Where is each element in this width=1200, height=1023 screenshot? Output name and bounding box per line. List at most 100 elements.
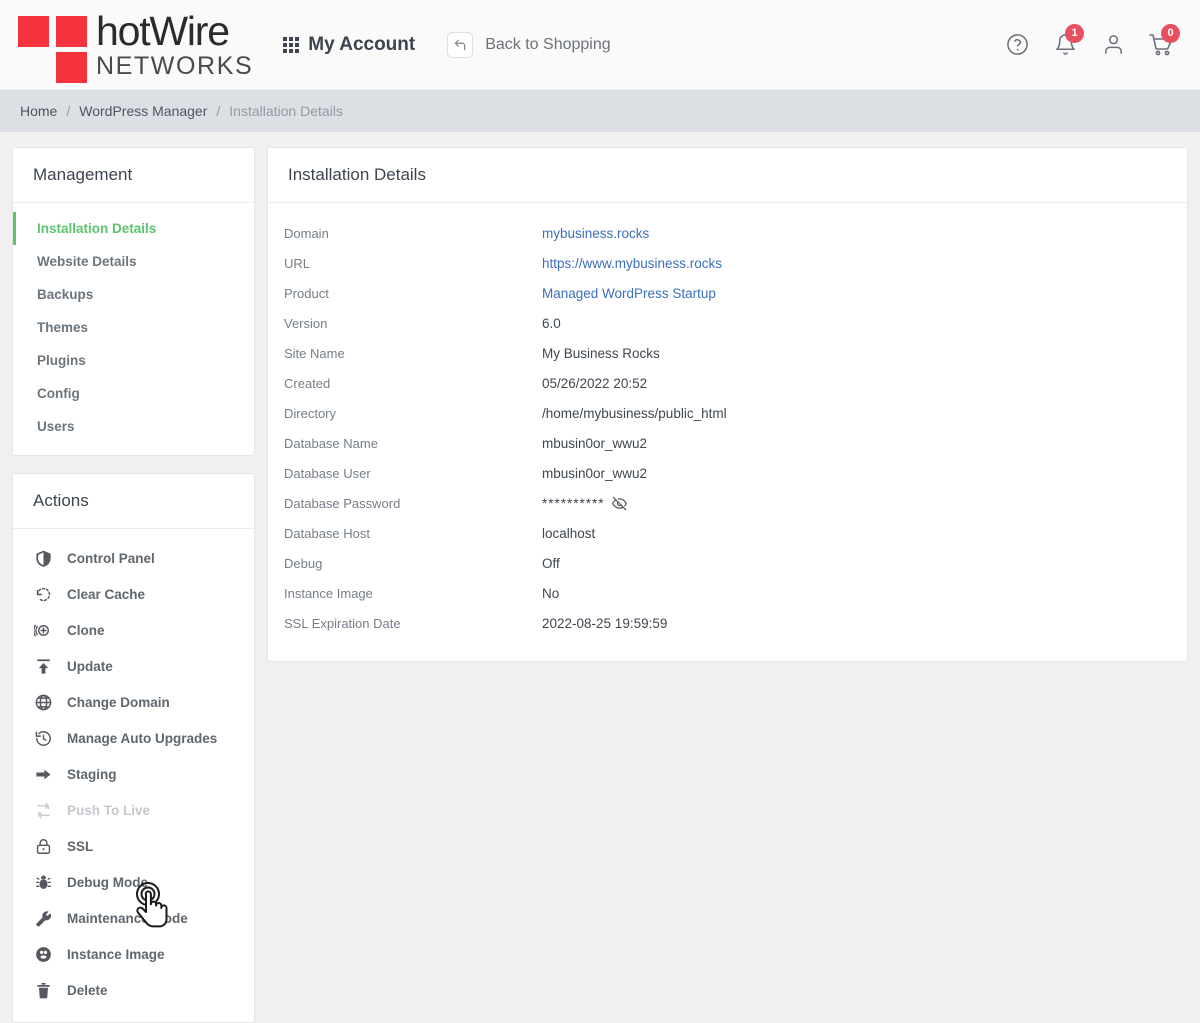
detail-value: mbusin0or_wwu2 — [542, 436, 648, 451]
detail-value-wrap: Off — [542, 555, 560, 573]
detail-row: URL https://www.mybusiness.rocks — [268, 249, 1187, 279]
action-item-clear-cache[interactable]: Clear Cache — [13, 576, 254, 612]
shield-icon — [33, 548, 53, 568]
actions-panel-title: Actions — [13, 474, 254, 529]
breadcrumb-item-wordpress-manager[interactable]: WordPress Manager — [79, 103, 207, 119]
page-body: Management Installation Details Website D… — [0, 132, 1200, 1023]
page-title: Installation Details — [268, 148, 1187, 203]
management-menu: Installation Details Website Details Backu… — [13, 203, 254, 455]
notifications-badge: 1 — [1065, 23, 1084, 43]
detail-row: Product Managed WordPress Startup — [268, 279, 1187, 309]
detail-label: URL — [284, 256, 311, 271]
sidebar-item-installation-details[interactable]: Installation Details — [13, 212, 254, 245]
shopping-cart-icon[interactable]: 0 — [1144, 23, 1180, 62]
detail-label: Database Password — [284, 496, 401, 511]
breadcrumb-item-home[interactable]: Home — [20, 103, 57, 119]
detail-value: Off — [542, 556, 560, 571]
detail-row: Database Name mbusin0or_wwu2 — [268, 429, 1187, 459]
back-to-shopping-button[interactable]: Back to Shopping — [447, 31, 611, 58]
detail-label: Database Name — [284, 436, 378, 451]
action-item-label: Clone — [67, 622, 105, 638]
detail-value: mbusin0or_wwu2 — [542, 466, 648, 481]
action-item-label: Maintenance Mode — [67, 910, 188, 926]
detail-row: Database User mbusin0or_wwu2 — [268, 459, 1187, 489]
detail-value[interactable]: https://www.mybusiness.rocks — [542, 256, 722, 271]
bug-icon — [33, 872, 53, 892]
action-item-maintenance-mode[interactable]: Maintenance Mode — [13, 900, 254, 936]
detail-value-wrap: /home/mybusiness/public_html — [542, 405, 727, 423]
swap-arrows-icon — [33, 800, 53, 820]
sidebar-item-users[interactable]: Users — [13, 410, 254, 443]
detail-value-wrap: Managed WordPress Startup — [542, 285, 716, 303]
sidebar-item-website-details[interactable]: Website Details — [13, 245, 254, 278]
action-item-label: Instance Image — [67, 946, 165, 962]
arrow-right-icon — [33, 764, 53, 784]
action-item-manage-auto-upgrades[interactable]: Manage Auto Upgrades — [13, 720, 254, 756]
action-item-label: Clear Cache — [67, 586, 146, 602]
action-item-label: Staging — [67, 766, 117, 782]
detail-value-wrap: 2022-08-25 19:59:59 — [542, 615, 667, 633]
trash-icon — [33, 980, 53, 1000]
eye-off-icon[interactable] — [611, 496, 627, 511]
detail-label: Database Host — [284, 526, 370, 541]
header-actions: 1 0 — [1000, 23, 1184, 62]
detail-label: Product — [284, 286, 329, 301]
upload-arrow-icon — [33, 656, 53, 676]
actions-panel: Actions Control Panel Clear Cache Clone Upd… — [12, 473, 255, 1023]
detail-row: SSL Expiration Date 2022-08-25 19:59:59 — [268, 609, 1187, 639]
my-account-button[interactable]: My Account — [283, 34, 415, 56]
action-item-debug-mode[interactable]: Debug Mode — [13, 864, 254, 900]
detail-value-wrap: 6.0 — [542, 315, 561, 333]
actions-menu: Control Panel Clear Cache Clone Update Chang… — [13, 529, 254, 1022]
detail-row: Database Password ********** — [268, 489, 1187, 519]
detail-label: Directory — [284, 406, 337, 421]
logo-brand-bottom: NETWORKS — [96, 51, 254, 80]
action-item-delete[interactable]: Delete — [13, 972, 254, 1008]
clone-plus-circle-icon — [33, 620, 53, 640]
question-circle-icon[interactable] — [1000, 28, 1034, 62]
detail-value: 2022-08-25 19:59:59 — [542, 616, 668, 631]
history-clock-icon — [33, 728, 53, 748]
detail-value-wrap: ********** — [542, 495, 627, 513]
detail-value: 6.0 — [542, 316, 561, 331]
detail-label: Database User — [284, 466, 371, 481]
logo-brand-top: hotWire — [96, 7, 230, 54]
detail-value-wrap: No — [542, 585, 559, 603]
installation-details-card: Installation Details Domain mybusiness.ro… — [267, 147, 1188, 662]
disc-icon — [33, 944, 53, 964]
detail-value-wrap: mbusin0or_wwu2 — [542, 465, 647, 483]
user-account-icon[interactable] — [1096, 28, 1130, 62]
notifications-bell-icon[interactable]: 1 — [1048, 23, 1084, 62]
detail-row: Instance Image No — [268, 579, 1187, 609]
main-content: Installation Details Domain mybusiness.ro… — [267, 147, 1188, 662]
breadcrumb-item-installation-details: Installation Details — [229, 103, 343, 119]
action-item-update[interactable]: Update — [13, 648, 254, 684]
sidebar-item-backups[interactable]: Backups — [13, 278, 254, 311]
action-item-clone[interactable]: Clone — [13, 612, 254, 648]
action-item-label: Change Domain — [67, 694, 170, 710]
back-to-shopping-label: Back to Shopping — [485, 35, 611, 53]
detail-label: Created — [284, 376, 331, 391]
action-item-control-panel[interactable]: Control Panel — [13, 540, 254, 576]
detail-row: Site Name My Business Rocks — [268, 339, 1187, 369]
sidebar-item-themes[interactable]: Themes — [13, 311, 254, 344]
brand-logo[interactable]: hotWireSM NETWORKS — [18, 7, 254, 83]
action-item-label: SSL — [67, 838, 94, 854]
sidebar-item-config[interactable]: Config — [13, 377, 254, 410]
action-item-change-domain[interactable]: Change Domain — [13, 684, 254, 720]
grid-icon — [283, 36, 300, 53]
left-sidebar: Management Installation Details Website D… — [12, 147, 255, 1023]
return-arrow-icon — [447, 31, 474, 58]
action-item-label: Push To Live — [67, 802, 151, 818]
detail-value[interactable]: Managed WordPress Startup — [542, 286, 716, 301]
sidebar-item-plugins[interactable]: Plugins — [13, 344, 254, 377]
logo-squares-icon — [18, 14, 94, 83]
breadcrumb-separator: / — [216, 103, 221, 119]
detail-value[interactable]: mybusiness.rocks — [542, 226, 649, 241]
detail-label: Debug — [284, 556, 323, 571]
my-account-label: My Account — [308, 33, 416, 55]
action-item-ssl[interactable]: SSL — [13, 828, 254, 864]
installation-details-table: Domain mybusiness.rocks URL https://www.myb… — [268, 203, 1187, 661]
action-item-staging[interactable]: Staging — [13, 756, 254, 792]
detail-row: Created 05/26/2022 20:52 — [268, 369, 1187, 399]
